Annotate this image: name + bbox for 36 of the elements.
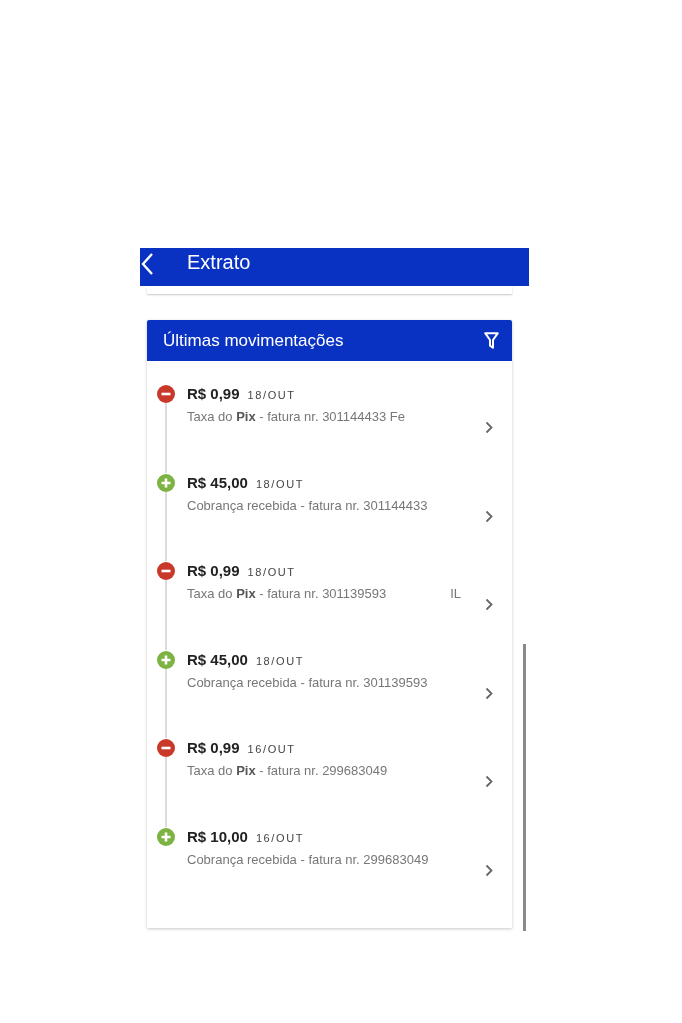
scrollbar[interactable]	[523, 644, 526, 931]
transaction-description: Taxa do Pix - fatura nr. 299683049	[187, 762, 388, 780]
transaction-description: Taxa do Pix - fatura nr. 301139593	[187, 585, 387, 603]
plus-circle-icon	[157, 473, 175, 492]
transaction-amount: R$ 0,99	[187, 738, 240, 758]
transaction-description: Taxa do Pix - fatura nr. 301144433 Fe	[187, 408, 406, 426]
transaction-description: IL	[450, 585, 462, 603]
card-title: Últimas movimentações	[163, 330, 344, 351]
transaction-amount: R$ 45,00	[187, 472, 248, 493]
filter-icon[interactable]	[484, 332, 499, 349]
transaction-date: 18/OUT	[255, 476, 304, 492]
transaction-date: 18/OUT	[255, 653, 304, 669]
chevron-right-icon[interactable]	[485, 863, 493, 877]
transaction-date: 16/OUT	[255, 830, 304, 846]
transaction-amount: R$ 0,99	[187, 561, 240, 581]
chevron-right-icon[interactable]	[485, 509, 493, 523]
plus-circle-icon	[157, 650, 175, 669]
minus-circle-icon	[157, 562, 175, 580]
transaction-amount: R$ 0,99	[187, 384, 240, 404]
chevron-right-icon[interactable]	[485, 598, 493, 611]
transaction-description: Cobrança recebida - fatura nr. 301139593	[187, 673, 428, 692]
page-title: Extrato	[187, 250, 251, 274]
transaction-amount: R$ 45,00	[187, 649, 248, 670]
chevron-right-icon[interactable]	[485, 775, 493, 788]
minus-circle-icon	[157, 385, 175, 403]
transaction-amount: R$ 10,00	[187, 826, 248, 847]
transaction-date: 18/OUT	[247, 388, 296, 403]
transaction-description: Cobrança recebida - fatura nr. 299683049	[187, 850, 429, 869]
minus-circle-icon	[157, 739, 175, 757]
back-icon[interactable]	[140, 252, 154, 276]
transaction-date: 18/OUT	[247, 565, 296, 580]
chevron-right-icon[interactable]	[485, 421, 493, 434]
transaction-description: Cobrança recebida - fatura nr. 301144433	[187, 496, 428, 515]
plus-circle-icon	[157, 827, 175, 846]
chevron-right-icon[interactable]	[485, 686, 493, 700]
transaction-date: 16/OUT	[247, 742, 296, 757]
